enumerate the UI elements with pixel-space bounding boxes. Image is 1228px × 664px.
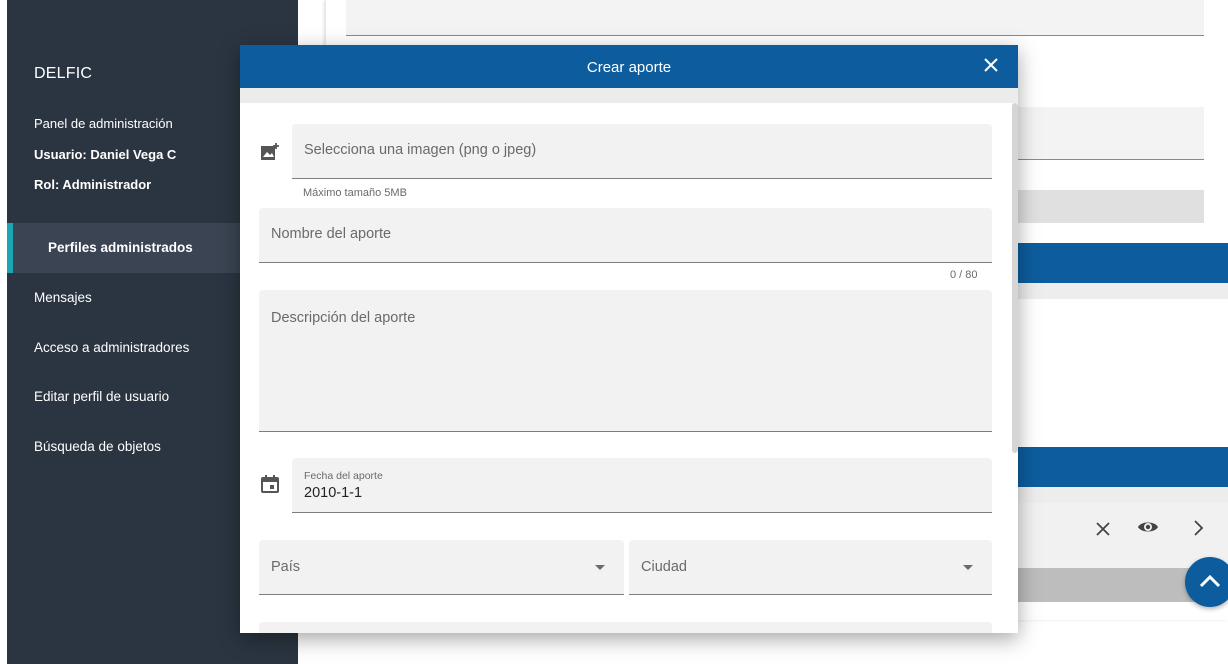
background-header-bar: [1014, 243, 1228, 283]
create-aporte-dialog: Crear aporte Selecciona una imagen (png …: [240, 45, 1018, 633]
dialog-band: [240, 88, 1018, 103]
date-label: Fecha del aporte: [304, 470, 383, 482]
chevron-down-icon: [963, 565, 973, 570]
description-placeholder: Descripción del aporte: [271, 310, 416, 326]
app-root: DELFIC Panel de administración Usuario: …: [0, 0, 1228, 664]
close-icon[interactable]: [981, 55, 1001, 75]
country-placeholder: País: [271, 559, 301, 575]
chevron-up-icon: [1199, 574, 1221, 588]
city-placeholder: Ciudad: [641, 559, 687, 575]
next-field[interactable]: [259, 622, 992, 633]
background-bar: [1014, 283, 1228, 299]
image-size-hint: Máximo tamaño 5MB: [303, 187, 407, 199]
dialog-header: Crear aporte: [240, 45, 1018, 88]
user-label: Usuario: Daniel Vega C: [34, 147, 177, 162]
background-bar: [1014, 568, 1200, 602]
background-field: [346, 0, 1204, 36]
background-field: [1014, 107, 1204, 160]
image-upload-placeholder: Selecciona una imagen (png o jpeg): [304, 142, 537, 158]
name-field[interactable]: Nombre del aporte: [259, 208, 992, 263]
eye-icon[interactable]: [1137, 519, 1159, 535]
description-field[interactable]: Descripción del aporte: [259, 290, 992, 432]
panel-label: Panel de administración: [34, 116, 173, 131]
city-select[interactable]: Ciudad: [629, 540, 992, 595]
dialog-scrollbar[interactable]: [1012, 103, 1018, 453]
calendar-icon[interactable]: [260, 474, 280, 494]
scroll-top-button[interactable]: [1185, 557, 1228, 607]
add-photo-icon: [261, 143, 279, 160]
background-header-bar: [1014, 447, 1228, 487]
chevron-right-icon[interactable]: [1192, 519, 1204, 537]
chevron-down-icon: [595, 565, 605, 570]
brand-title: DELFIC: [34, 65, 93, 82]
background-bar: [1014, 190, 1204, 223]
date-field[interactable]: Fecha del aporte 2010-1-1: [292, 458, 992, 513]
close-icon[interactable]: [1095, 521, 1111, 537]
role-label: Rol: Administrador: [34, 177, 152, 192]
date-value: 2010-1-1: [304, 485, 363, 501]
dialog-title: Crear aporte: [586, 59, 672, 76]
country-select[interactable]: País: [259, 540, 624, 595]
name-placeholder: Nombre del aporte: [271, 226, 392, 242]
name-char-counter: 0 / 80: [950, 269, 978, 281]
image-upload-field[interactable]: Selecciona una imagen (png o jpeg): [292, 124, 992, 179]
background-bar: [1014, 487, 1228, 503]
